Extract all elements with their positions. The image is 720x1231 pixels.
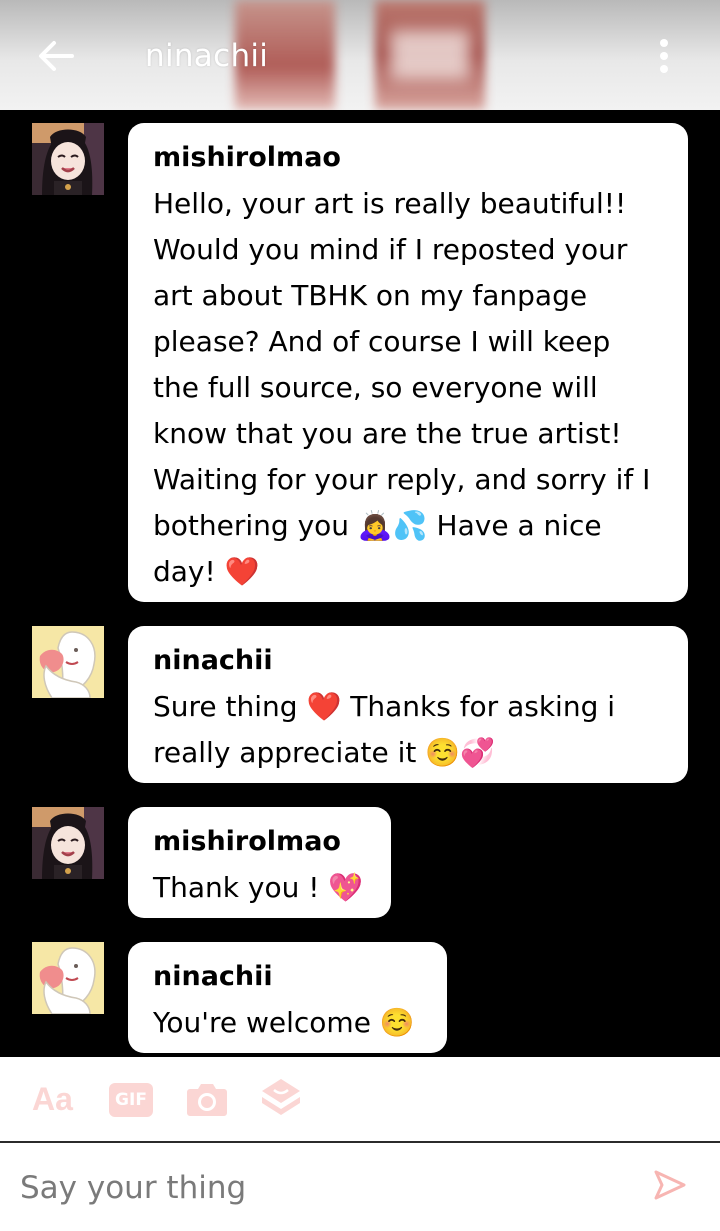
header-background-art: [390, 30, 470, 80]
message-text: Thank you ! 💖: [153, 871, 364, 904]
conversation-title[interactable]: ninachii: [145, 38, 268, 74]
message-sender[interactable]: ninachii: [153, 960, 423, 994]
avatar[interactable]: [32, 123, 104, 195]
more-vertical-icon: [652, 39, 676, 73]
camera-icon: [187, 1084, 227, 1116]
sticker-icon: [262, 1079, 300, 1115]
arrow-left-icon: [39, 41, 74, 71]
more-options-button[interactable]: [652, 36, 676, 76]
message-text: You're welcome ☺️: [153, 1006, 415, 1039]
sticker-button[interactable]: [260, 1077, 302, 1117]
message-composer: [0, 1141, 720, 1231]
camera-button[interactable]: [186, 1081, 228, 1121]
avatar[interactable]: [32, 626, 104, 698]
composer-toolbar: Aa GIF: [0, 1057, 720, 1141]
message-bubble: ninachii Sure thing ❤️ Thanks for asking…: [128, 626, 688, 783]
message-sender[interactable]: mishirolmao: [153, 825, 367, 859]
message-text: Sure thing ❤️ Thanks for asking i really…: [153, 690, 616, 769]
send-icon: [654, 1170, 686, 1200]
message-bubble: ninachii You're welcome ☺️: [128, 942, 447, 1053]
text-format-button[interactable]: Aa: [32, 1079, 73, 1119]
message-sender[interactable]: ninachii: [153, 644, 664, 678]
conversation-header: ninachii: [0, 0, 720, 110]
message-sender[interactable]: mishirolmao: [153, 141, 664, 175]
avatar[interactable]: [32, 807, 104, 879]
back-button[interactable]: [36, 36, 76, 76]
message-text: Hello, your art is really beautiful!! Wo…: [153, 187, 651, 588]
avatar[interactable]: [32, 942, 104, 1014]
send-button[interactable]: [653, 1168, 687, 1202]
message-input[interactable]: [18, 1161, 622, 1215]
message-bubble: mishirolmao Thank you ! 💖: [128, 807, 391, 918]
gif-button[interactable]: GIF: [109, 1083, 153, 1117]
message-bubble: mishirolmao Hello, your art is really be…: [128, 123, 688, 602]
